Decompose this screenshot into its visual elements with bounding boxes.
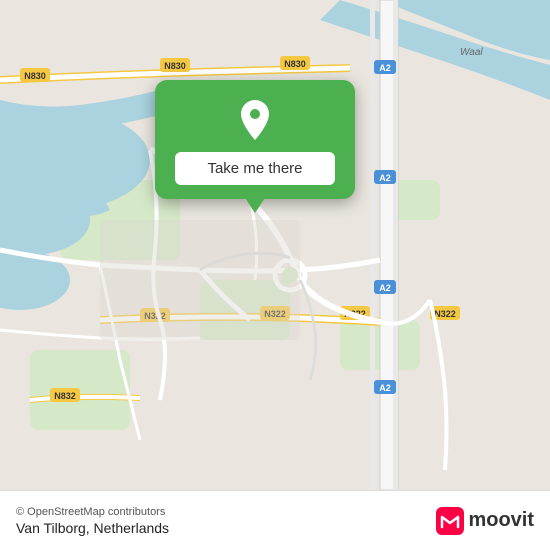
svg-text:N830: N830: [164, 61, 186, 71]
svg-text:A2: A2: [379, 383, 391, 393]
svg-text:Waal: Waal: [460, 47, 483, 58]
take-me-there-button[interactable]: Take me there: [175, 152, 335, 185]
moovit-logo: moovit: [436, 507, 534, 535]
attribution-text: © OpenStreetMap contributors: [16, 506, 169, 518]
bottom-bar: © OpenStreetMap contributors Van Tilborg…: [0, 490, 550, 550]
svg-text:A2: A2: [379, 283, 391, 293]
bottom-left: © OpenStreetMap contributors Van Tilborg…: [16, 506, 169, 536]
location-name: Van Tilborg, Netherlands: [16, 520, 169, 536]
popup-card[interactable]: Take me there: [155, 80, 355, 199]
svg-text:N830: N830: [24, 71, 46, 81]
moovit-m-icon: [436, 507, 464, 535]
map-container: Waal A2 A2 A2 A2 N830 N830 N830 N322 N3: [0, 0, 550, 490]
svg-text:N830: N830: [284, 59, 306, 69]
map-pin-icon: [233, 98, 277, 142]
svg-text:A2: A2: [379, 173, 391, 183]
moovit-text: moovit: [468, 509, 534, 532]
svg-text:A2: A2: [379, 63, 391, 73]
svg-text:N322: N322: [434, 309, 456, 319]
svg-text:N832: N832: [54, 391, 76, 401]
